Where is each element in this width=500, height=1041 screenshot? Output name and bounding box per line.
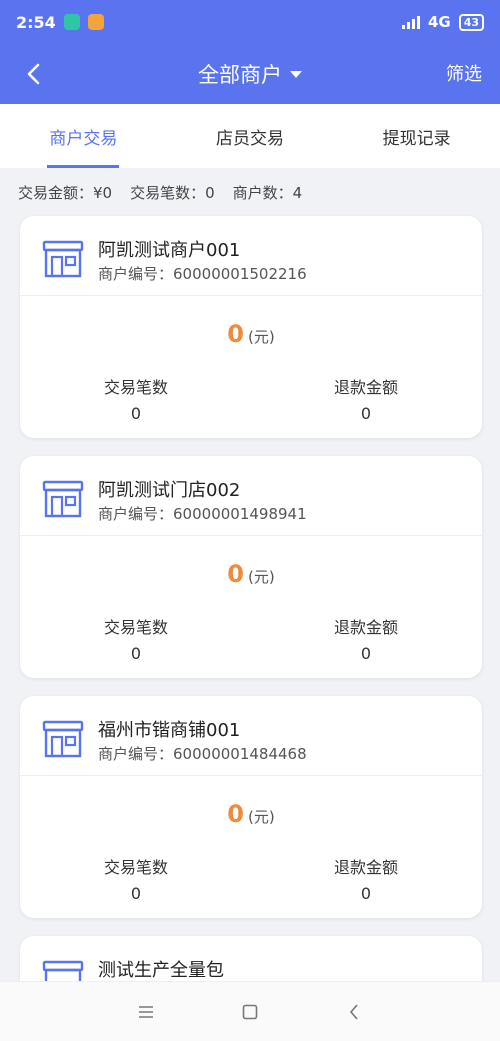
summary-amount: 交易金额：¥0 xyxy=(18,184,113,202)
refund-amount-value: 0 xyxy=(360,644,372,663)
status-time: 2:54 xyxy=(16,12,56,32)
page-title: 全部商户 xyxy=(198,63,282,87)
tab-bar: 商户交易 店员交易 提现记录 xyxy=(0,104,500,168)
transaction-count-value: 0 xyxy=(130,644,142,663)
store-icon xyxy=(42,480,84,518)
merchant-id-label: 商户编号： xyxy=(98,265,174,283)
app-notification-icon xyxy=(63,14,80,30)
merchant-id-value: 60000001498941 xyxy=(173,505,307,523)
tab-merchant-transactions[interactable]: 商户交易 xyxy=(0,104,167,168)
summary-count: 交易笔数：0 xyxy=(130,184,215,202)
merchant-id-value: 60000001502216 xyxy=(173,265,307,283)
amount-value: 0 xyxy=(227,320,244,348)
transaction-amount: 0 (元) xyxy=(20,560,482,588)
merchant-id-label: 商户编号： xyxy=(98,745,174,763)
menu-key-icon[interactable] xyxy=(134,1000,158,1024)
summary-merchants: 商户数：4 xyxy=(232,184,303,202)
transaction-summary: 交易金额：¥0 交易笔数：0 商户数：4 xyxy=(18,182,302,203)
transaction-count: 交易笔数 0 xyxy=(61,374,211,423)
transaction-count: 交易笔数 0 xyxy=(61,614,211,663)
refund-amount: 退款金额 0 xyxy=(291,374,441,423)
navigation-bar: 全部商户 筛选 xyxy=(0,44,500,104)
amount-unit: (元) xyxy=(247,808,275,826)
signal-icon xyxy=(401,15,420,29)
merchant-id-value: 60000001484468 xyxy=(173,745,307,763)
status-bar: 2:54 4G 43 xyxy=(0,0,500,44)
amount-value: 0 xyxy=(227,560,244,588)
merchant-id: 商户编号：60000001498941 xyxy=(98,503,307,524)
merchant-card[interactable]: 阿凯测试商户001 商户编号：60000001502216 0 (元) 交易笔数 … xyxy=(20,216,482,438)
merchant-id: 商户编号：60000001502216 xyxy=(98,263,307,284)
merchant-name: 福州市锴商铺001 xyxy=(98,720,241,741)
tab-clerk-transactions[interactable]: 店员交易 xyxy=(167,104,334,168)
transaction-count-label: 交易笔数 xyxy=(103,858,168,877)
home-key-icon[interactable] xyxy=(238,1000,262,1024)
mail-notification-icon xyxy=(87,14,104,30)
back-key-icon[interactable] xyxy=(342,1000,366,1024)
battery-icon: 43 xyxy=(458,13,484,31)
refund-amount-label: 退款金额 xyxy=(333,618,398,637)
transaction-count-value: 0 xyxy=(130,884,142,903)
refund-amount-label: 退款金额 xyxy=(333,378,398,397)
merchant-name: 阿凯测试商户001 xyxy=(98,240,241,261)
refund-amount-label: 退款金额 xyxy=(333,858,398,877)
refund-amount-value: 0 xyxy=(360,404,372,423)
battery-level: 43 xyxy=(463,15,479,29)
merchant-card[interactable]: 福州市锴商铺001 商户编号：60000001484468 0 (元) 交易笔数 … xyxy=(20,696,482,918)
filter-button[interactable]: 筛选 xyxy=(446,60,482,86)
merchant-name: 测试生产全量包 xyxy=(98,960,224,981)
transaction-count-label: 交易笔数 xyxy=(103,618,168,637)
amount-value: 0 xyxy=(227,800,244,828)
transaction-count-label: 交易笔数 xyxy=(103,378,168,397)
merchant-name: 阿凯测试门店002 xyxy=(98,480,241,501)
network-type: 4G xyxy=(427,13,451,31)
tab-withdrawal-records[interactable]: 提现记录 xyxy=(333,104,500,168)
refund-amount: 退款金额 0 xyxy=(291,614,441,663)
amount-unit: (元) xyxy=(247,328,275,346)
back-arrow-icon[interactable] xyxy=(20,60,46,88)
caret-down-icon xyxy=(290,70,302,78)
merchant-scope-dropdown[interactable]: 全部商户 xyxy=(198,59,302,89)
transaction-amount: 0 (元) xyxy=(20,320,482,348)
refund-amount: 退款金额 0 xyxy=(291,854,441,903)
store-icon xyxy=(42,240,84,278)
merchant-id: 商户编号：60000001484468 xyxy=(98,743,307,764)
transaction-amount: 0 (元) xyxy=(20,800,482,828)
system-navigation-bar xyxy=(0,981,500,1041)
merchant-id-label: 商户编号： xyxy=(98,505,174,523)
merchant-card[interactable]: 阿凯测试门店002 商户编号：60000001498941 0 (元) 交易笔数 … xyxy=(20,456,482,678)
amount-unit: (元) xyxy=(247,568,275,586)
store-icon xyxy=(42,720,84,758)
refund-amount-value: 0 xyxy=(360,884,372,903)
transaction-count-value: 0 xyxy=(130,404,142,423)
transaction-count: 交易笔数 0 xyxy=(61,854,211,903)
app-header: 2:54 4G 43 全部商户 筛选 xyxy=(0,0,500,104)
